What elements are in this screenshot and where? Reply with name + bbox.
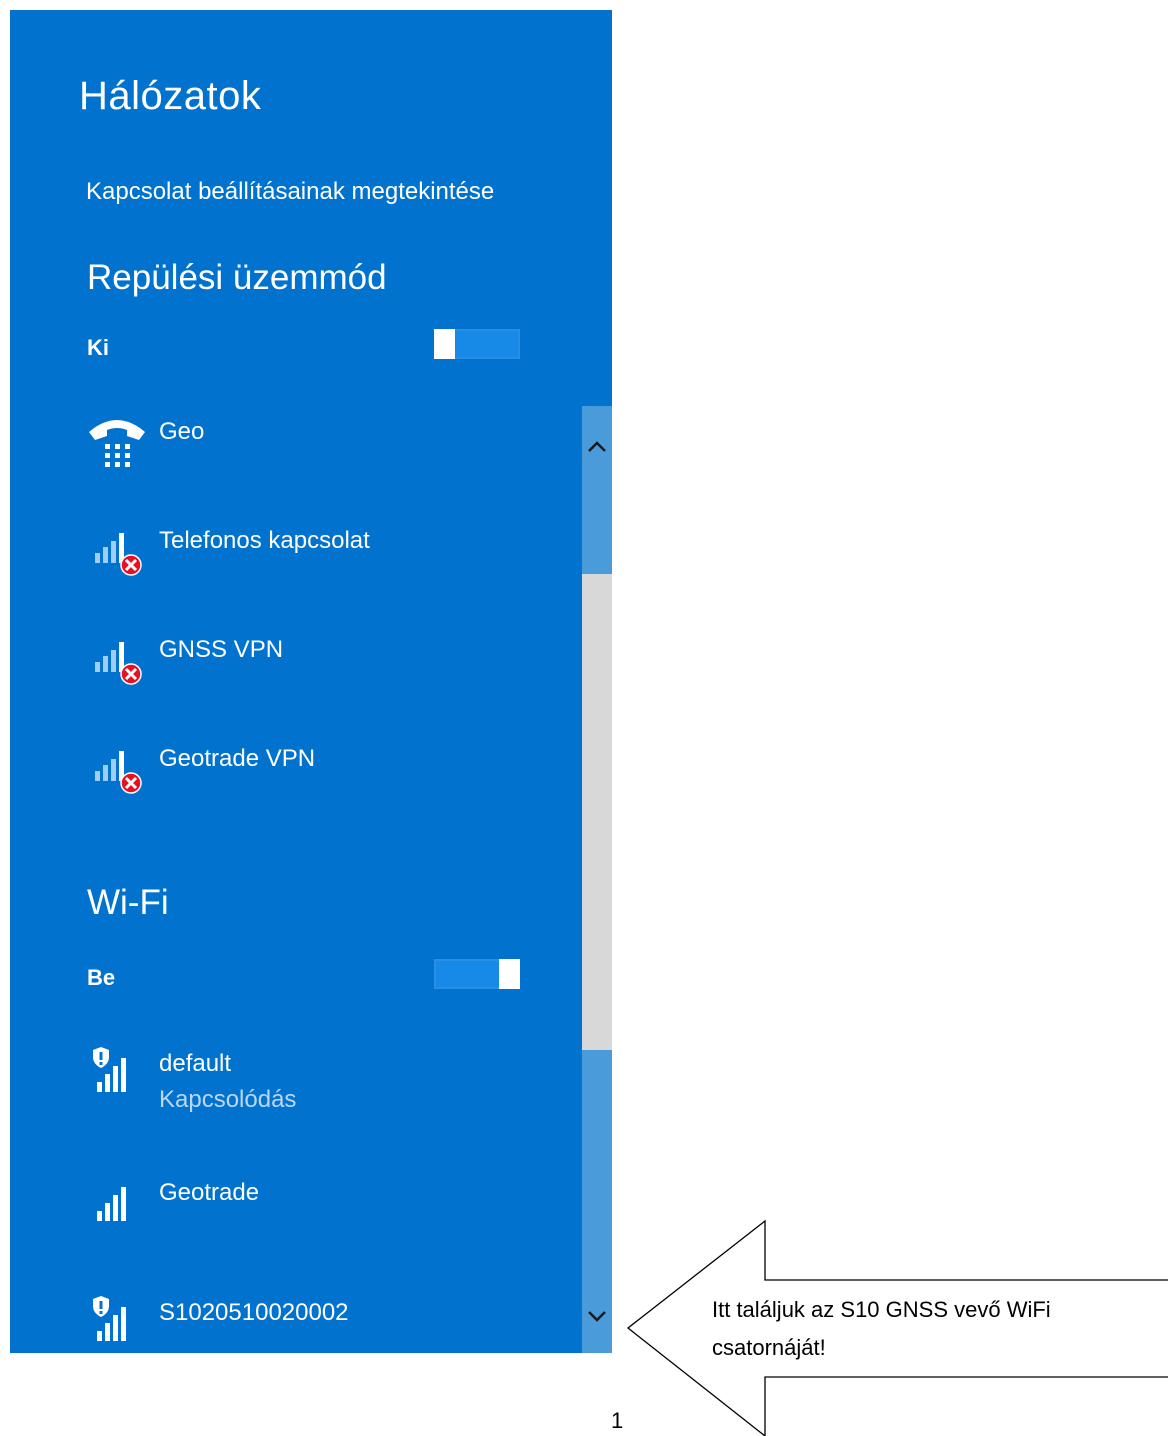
callout-arrow bbox=[626, 1219, 1168, 1436]
page-number: 1 bbox=[611, 1408, 624, 1433]
callout-text: Itt találjuk az S10 GNSS vevő WiFi csato… bbox=[712, 1297, 1051, 1360]
